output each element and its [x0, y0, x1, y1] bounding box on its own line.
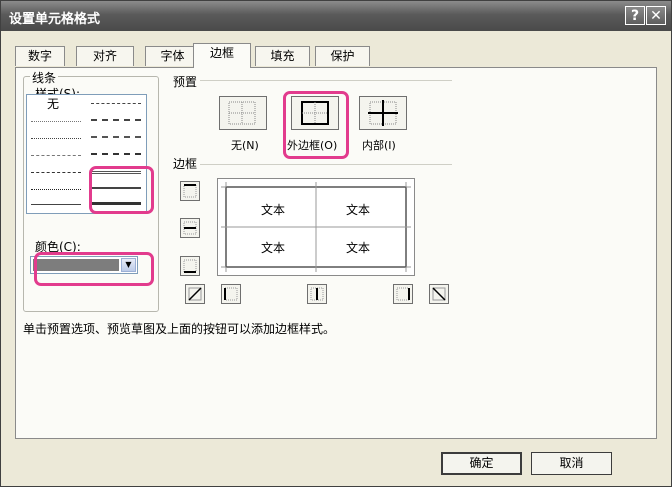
presets-group-label: 预置 [171, 73, 200, 90]
border-bottom-icon [183, 259, 197, 273]
border-bottom-button[interactable] [180, 256, 200, 276]
line-style-dashed[interactable] [31, 172, 81, 173]
border-group-label: 边框 [171, 155, 200, 172]
diagonal-down-icon [432, 287, 446, 301]
tab-number[interactable]: 数字 [15, 46, 65, 66]
line-style-medium-dash-dot[interactable] [91, 136, 141, 138]
line-color-highlight [34, 252, 154, 286]
line-style-dotted[interactable] [31, 138, 81, 139]
border-tab-panel: 线条 样式(S): 无 颜色(C): ▼ 预置 [15, 67, 657, 439]
preview-cell-bottom-right: 文本 [346, 241, 371, 255]
preset-inside-button[interactable] [359, 96, 407, 130]
preview-cell-top-right: 文本 [346, 203, 371, 217]
border-horizontal-icon [183, 221, 197, 235]
preview-cell-bottom-left: 文本 [261, 241, 286, 255]
border-right-icon [396, 287, 410, 301]
border-top-button[interactable] [180, 181, 200, 201]
border-left-button[interactable] [221, 284, 241, 304]
close-button[interactable]: ✕ [646, 6, 666, 25]
line-style-medium-dashed[interactable] [91, 153, 141, 155]
format-cells-dialog: 设置单元格格式 ? ✕ 数字 对齐 字体 边框 填充 保护 线条 样式(S): … [0, 0, 672, 487]
tab-protection[interactable]: 保护 [315, 46, 370, 66]
line-style-none[interactable]: 无 [47, 95, 59, 112]
ok-button[interactable]: 确定 [441, 452, 522, 475]
tab-border[interactable]: 边框 [193, 43, 251, 68]
tab-fill[interactable]: 填充 [255, 46, 310, 66]
border-diagonal-up-button[interactable] [185, 284, 205, 304]
border-vertical-icon [310, 287, 324, 301]
line-style-medium-dash-dot-dot[interactable] [91, 103, 141, 104]
help-button[interactable]: ? [625, 6, 645, 25]
line-style-fine-dotted[interactable] [31, 189, 81, 190]
preset-inside-label: 内部(I) [362, 139, 396, 152]
line-group-label: 线条 [30, 69, 59, 86]
border-none-icon [228, 101, 256, 125]
line-style-dash-dot-dot[interactable] [31, 155, 81, 156]
presets-divider [200, 80, 452, 81]
border-preview-lines [221, 182, 411, 272]
line-style-hair[interactable] [31, 121, 81, 122]
border-diagonal-down-button[interactable] [429, 284, 449, 304]
border-preview[interactable]: 文本 文本 文本 文本 [217, 178, 415, 276]
line-style-thin[interactable] [31, 204, 81, 205]
cancel-button[interactable]: 取消 [531, 452, 612, 475]
border-middle-horizontal-button[interactable] [180, 218, 200, 238]
tab-font[interactable]: 字体 [145, 46, 200, 66]
border-right-button[interactable] [393, 284, 413, 304]
border-left-icon [224, 287, 238, 301]
border-top-icon [183, 184, 197, 198]
preview-cell-top-left: 文本 [261, 203, 286, 217]
line-style-slanted-dash-dot[interactable] [91, 119, 141, 121]
border-inside-icon [368, 100, 398, 126]
diagonal-up-icon [188, 287, 202, 301]
preset-none-label: 无(N) [231, 139, 259, 152]
border-middle-vertical-button[interactable] [307, 284, 327, 304]
hint-text: 单击预置选项、预览草图及上面的按钮可以添加边框样式。 [23, 322, 336, 336]
title-bar[interactable]: 设置单元格格式 ? ✕ [1, 1, 671, 31]
dialog-title: 设置单元格格式 [9, 12, 101, 27]
preset-none-button[interactable] [219, 96, 267, 130]
tab-alignment[interactable]: 对齐 [76, 46, 134, 66]
border-divider [200, 164, 452, 165]
line-style-highlight [89, 166, 154, 214]
preset-outline-label: 外边框(O) [287, 139, 338, 152]
